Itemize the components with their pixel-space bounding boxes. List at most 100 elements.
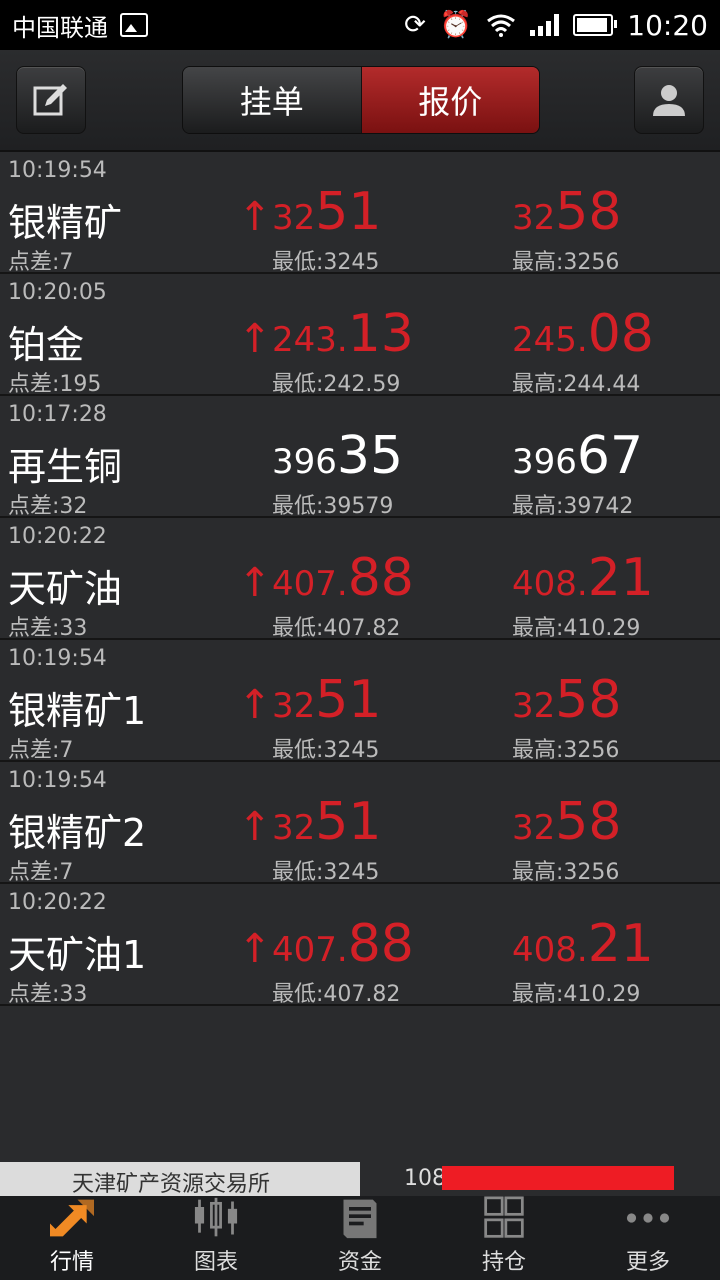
quote-time: 10:17:28 (8, 402, 107, 427)
quote-low: 最低:39579 (272, 494, 394, 519)
quote-spread: 点差:7 (8, 250, 74, 275)
quote-spread: 点差:7 (8, 860, 74, 885)
bid-price: 243.13 (272, 304, 414, 364)
tab-chart[interactable]: 图表 (144, 1196, 288, 1280)
quote-low: 最低:3245 (272, 860, 380, 885)
quote-low: 最低:3245 (272, 738, 380, 763)
edit-button[interactable] (16, 66, 86, 134)
quote-spread: 点差:33 (8, 982, 88, 1007)
quote-high: 最高:410.29 (512, 982, 641, 1007)
quote-row[interactable]: 10:19:54 银精矿1 点差:7 ↑ 3251 3258 最低:3245 最… (0, 640, 720, 763)
account-box: 108 (360, 1162, 720, 1196)
quote-row[interactable]: 10:19:54 银精矿 点差:7 ↑ 3251 3258 最低:3245 最高… (0, 152, 720, 275)
ask-price: 3258 (512, 670, 622, 730)
positions-grid-icon (484, 1196, 524, 1238)
tab-orders[interactable]: 挂单 (183, 67, 361, 133)
quote-spread: 点差:195 (8, 372, 102, 397)
quote-high: 最高:39742 (512, 494, 634, 519)
ask-price: 245.08 (512, 304, 654, 364)
carrier-name: 中国联通 (12, 13, 108, 42)
status-bar: 中国联通 ⟳ ⏰ 10:20 (0, 0, 720, 50)
candlestick-chart-icon (194, 1197, 238, 1237)
bid-price: 407.88 (272, 914, 414, 974)
ask-price: 39667 (512, 426, 644, 486)
quote-high: 最高:3256 (512, 250, 620, 275)
quote-high: 最高:410.29 (512, 616, 641, 641)
alarm-icon: ⏰ (439, 10, 473, 40)
tab-market[interactable]: 行情 (0, 1196, 144, 1280)
quote-row[interactable]: 10:19:54 银精矿2 点差:7 ↑ 3251 3258 最低:3245 最… (0, 762, 720, 885)
quote-low: 最低:3245 (272, 250, 380, 275)
up-arrow-icon: ↑ (238, 926, 272, 972)
quote-list: 10:19:54 银精矿 点差:7 ↑ 3251 3258 最低:3245 最高… (0, 152, 720, 1007)
tab-label: 图表 (193, 1250, 238, 1275)
up-arrow-icon: ↑ (238, 560, 272, 606)
exchange-bar: 天津矿产资源交易所 108 (0, 1162, 720, 1197)
product-name: 铂金 (8, 323, 85, 367)
bottom-tab-bar: 行情 图表 资金 持仓 更多 (0, 1196, 720, 1280)
ask-price: 3258 (512, 792, 622, 852)
product-name: 天矿油 (8, 567, 123, 611)
quote-time: 10:20:22 (8, 524, 107, 549)
redaction-bar (442, 1166, 674, 1190)
product-name: 银精矿 (8, 201, 123, 245)
bid-price: 407.88 (272, 548, 414, 608)
up-arrow-icon: ↑ (238, 194, 272, 240)
bid-price: 3251 (272, 182, 382, 242)
quote-time: 10:20:05 (8, 280, 107, 305)
quote-row[interactable]: 10:17:28 再生铜 点差:32 39635 39667 最低:39579 … (0, 396, 720, 519)
signal-icon (530, 14, 560, 36)
quote-spread: 点差:7 (8, 738, 74, 763)
top-bar: 挂单 报价 (0, 50, 720, 152)
product-name: 再生铜 (8, 445, 123, 489)
quote-time: 10:19:54 (8, 646, 107, 671)
wifi-icon (487, 14, 516, 37)
status-time: 10:20 (627, 8, 708, 42)
quote-row[interactable]: 10:20:22 天矿油 点差:33 ↑ 407.88 408.21 最低:40… (0, 518, 720, 641)
tab-label: 持仓 (481, 1250, 526, 1275)
ask-price: 3258 (512, 182, 622, 242)
more-dots-icon (626, 1213, 670, 1223)
tab-quotes[interactable]: 报价 (360, 67, 539, 133)
quote-row[interactable]: 10:20:22 天矿油1 点差:33 ↑ 407.88 408.21 最低:4… (0, 884, 720, 1007)
quote-high: 最高:244.44 (512, 372, 641, 397)
quote-low: 最低:242.59 (272, 372, 401, 397)
quote-low: 最低:407.82 (272, 616, 401, 641)
quote-low: 最低:407.82 (272, 982, 401, 1007)
tab-more[interactable]: 更多 (576, 1196, 720, 1280)
ask-price: 408.21 (512, 914, 654, 974)
up-arrow-icon: ↑ (238, 316, 272, 362)
quote-row[interactable]: 10:20:05 铂金 点差:195 ↑ 243.13 245.08 最低:24… (0, 274, 720, 397)
quote-time: 10:19:54 (8, 768, 107, 793)
funds-book-icon (343, 1199, 377, 1239)
account-number: 108 (404, 1166, 446, 1191)
image-icon (120, 13, 148, 37)
view-switch: 挂单 报价 (182, 66, 540, 134)
battery-icon (573, 14, 618, 36)
user-icon (653, 85, 685, 116)
tab-label: 资金 (337, 1250, 382, 1275)
user-button[interactable] (634, 66, 704, 134)
tab-positions[interactable]: 持仓 (432, 1196, 576, 1280)
quote-time: 10:19:54 (8, 158, 107, 183)
product-name: 银精矿1 (8, 689, 147, 733)
quote-high: 最高:3256 (512, 860, 620, 885)
tab-label: 行情 (49, 1250, 94, 1275)
quote-spread: 点差:33 (8, 616, 88, 641)
up-arrow-icon: ↑ (238, 804, 272, 850)
sync-icon: ⟳ (404, 10, 426, 40)
bid-price: 3251 (272, 792, 382, 852)
product-name: 银精矿2 (8, 811, 147, 855)
ask-price: 408.21 (512, 548, 654, 608)
up-arrow-icon: ↑ (238, 682, 272, 728)
quote-high: 最高:3256 (512, 738, 620, 763)
market-arrows-icon (50, 1199, 94, 1237)
exchange-name: 天津矿产资源交易所 (72, 1172, 271, 1197)
tab-label: 更多 (625, 1250, 670, 1275)
quote-time: 10:20:22 (8, 890, 107, 915)
bid-price: 3251 (272, 670, 382, 730)
product-name: 天矿油1 (8, 933, 147, 977)
bid-price: 39635 (272, 426, 404, 486)
tab-funds[interactable]: 资金 (288, 1196, 432, 1280)
edit-icon (33, 84, 67, 116)
